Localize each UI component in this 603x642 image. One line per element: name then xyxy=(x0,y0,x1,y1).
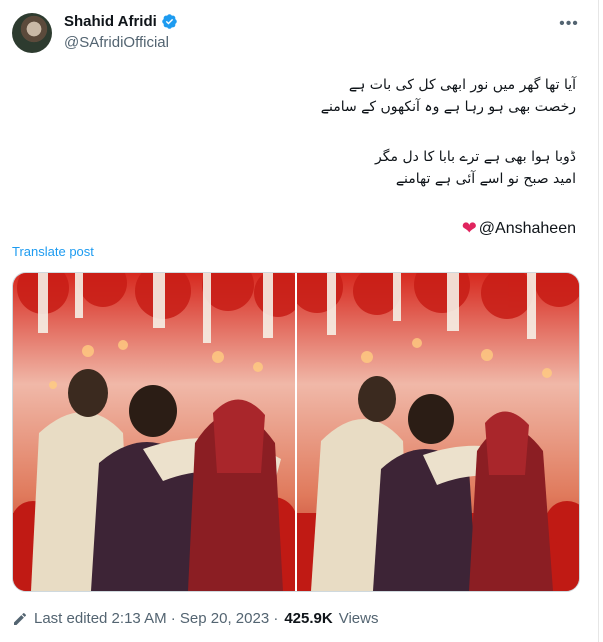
edited-timestamp[interactable]: Last edited 2:13 AM · Sep 20, 2023 · xyxy=(34,610,278,627)
mention-link[interactable]: @Anshaheen xyxy=(479,220,576,238)
wedding-photo-right[interactable] xyxy=(291,273,579,591)
author-name[interactable]: Shahid Afridi xyxy=(64,13,157,30)
post-line-2: رخصت بھی ہو رہا ہے وہ آنکھوں کے سامنے xyxy=(320,99,576,115)
views-count: 425.9K xyxy=(284,610,333,627)
author-handle[interactable]: @SAfridiOfficial xyxy=(64,34,169,51)
avatar[interactable] xyxy=(12,13,52,53)
mention-row: ❤ @Anshaheen xyxy=(462,218,576,239)
author-name-row: Shahid Afridi xyxy=(64,13,178,30)
wedding-photo-left[interactable] xyxy=(13,273,302,591)
red-heart-icon: ❤ xyxy=(461,218,477,238)
post-line-3: ڈوبا ہوا بھی ہے ترے بابا کا دل مگر xyxy=(375,149,576,165)
pencil-edit-icon xyxy=(14,612,27,625)
post-line-4: امید صبح نو اسے آئی ہے تھامنے xyxy=(395,171,576,187)
tweet-card: Shahid Afridi @SAfridiOfficial ••• آیا ت… xyxy=(0,0,599,642)
photo-grid xyxy=(12,272,580,592)
post-line-1: آیا تھا گھر میں نور ابھی کل کی بات ہے xyxy=(348,77,576,93)
translate-post-link[interactable]: Translate post xyxy=(12,244,94,259)
views-label: Views xyxy=(338,610,379,627)
more-options-icon[interactable]: ••• xyxy=(558,13,580,35)
post-footer: Last edited 2:13 AM · Sep 20, 2023 · 425… xyxy=(12,610,378,627)
verified-badge-icon xyxy=(162,14,177,29)
